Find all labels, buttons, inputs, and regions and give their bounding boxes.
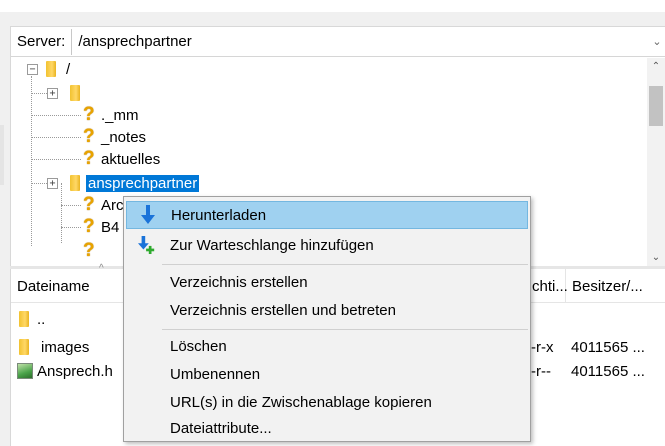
unknown-icon: ? [83, 240, 95, 261]
tree-item-label: Arc [101, 196, 124, 214]
tree-connector [31, 115, 81, 116]
menu-item-label: Verzeichnis erstellen [170, 273, 308, 291]
tree-item-label: _notes [101, 128, 147, 146]
menu-item-label: Herunterladen [171, 206, 267, 224]
tree-item-label: B4 [101, 218, 120, 236]
folder-icon [19, 311, 29, 327]
menu-item-label: URL(s) in die Zwischenablage kopieren [170, 393, 432, 411]
tree-connector [31, 93, 47, 94]
menu-item-download[interactable]: Herunterladen [126, 201, 528, 229]
image-file-icon [17, 363, 33, 379]
column-header-perms-label: chti... [532, 277, 568, 295]
left-edge-mark [0, 125, 4, 185]
tree-item-partial: ? [83, 240, 97, 262]
folder-icon [19, 339, 29, 355]
menu-item-rename[interactable]: Umbenennen [126, 360, 528, 388]
expand-icon[interactable]: + [47, 177, 58, 189]
tree-item-ansprechpartner[interactable]: + ansprechpartner [47, 172, 200, 194]
expand-icon[interactable]: + [47, 87, 58, 99]
tree-item-folder[interactable]: + [47, 82, 80, 104]
file-name: images [41, 338, 90, 356]
unknown-icon: ? [83, 104, 95, 125]
tree-connector [31, 159, 81, 160]
menu-item-create-and-enter-directory[interactable]: Verzeichnis erstellen und betreten [126, 296, 528, 324]
menu-item-label: Umbenennen [170, 365, 261, 383]
tree-item-label: / [66, 60, 71, 78]
tree-item-arc[interactable]: ? Arc [83, 194, 124, 216]
menu-item-label: Zur Warteschlange hinzufügen [170, 236, 374, 254]
scroll-down-icon[interactable]: ⌄ [647, 249, 665, 267]
top-strip [0, 0, 665, 12]
tree-item-label: ._mm [101, 106, 139, 124]
tree-item-root[interactable]: − / [27, 58, 70, 80]
context-menu: Herunterladen Zur Warteschlange hinzufüg… [123, 196, 531, 442]
tree-connector [61, 227, 81, 228]
menu-item-add-to-queue[interactable]: Zur Warteschlange hinzufügen [126, 231, 528, 259]
file-name: .. [37, 310, 46, 328]
menu-separator [162, 264, 528, 265]
column-header-perms[interactable]: chti... [526, 269, 568, 303]
menu-item-label: Löschen [170, 337, 227, 355]
tree-item-label-selected: ansprechpartner [86, 174, 200, 192]
file-owner: 4011565 ... [571, 362, 645, 380]
tree-scrollbar[interactable]: ⌃ ⌄ [647, 58, 665, 267]
server-path-value: /ansprechpartner [78, 33, 192, 50]
unknown-icon: ? [83, 126, 95, 147]
menu-item-label: Verzeichnis erstellen und betreten [170, 301, 396, 319]
menu-item-create-directory[interactable]: Verzeichnis erstellen [126, 268, 528, 296]
sort-ascending-icon: ^ [99, 263, 104, 274]
tree-connector [31, 183, 47, 184]
tree-connector [31, 76, 32, 246]
download-arrow-icon [139, 204, 157, 226]
tree-item-aktuelles[interactable]: ? aktuelles [83, 148, 160, 170]
collapse-icon[interactable]: − [27, 63, 38, 75]
menu-separator [162, 329, 528, 330]
tree-item-notes[interactable]: ? _notes [83, 126, 146, 148]
folder-icon [70, 175, 80, 191]
tree-connector [61, 205, 81, 206]
unknown-icon: ? [83, 194, 95, 215]
folder-icon [46, 61, 56, 77]
server-label: Server: [17, 33, 66, 50]
column-header-name-label: Dateiname [17, 277, 90, 295]
unknown-icon: ? [83, 216, 95, 237]
menu-item-delete[interactable]: Löschen [126, 332, 528, 360]
scroll-up-icon[interactable]: ⌃ [647, 58, 665, 76]
unknown-icon: ? [83, 148, 95, 169]
server-path-input[interactable]: /ansprechpartner ⌄ [71, 28, 665, 55]
server-path-bar: Server: /ansprechpartner ⌄ [11, 27, 665, 57]
chevron-down-icon[interactable]: ⌄ [648, 35, 665, 48]
tree-item-b4[interactable]: ? B4 [83, 216, 119, 238]
tree-connector [31, 137, 81, 138]
menu-item-copy-url[interactable]: URL(s) in die Zwischenablage kopieren [126, 388, 528, 416]
tree-item-mm[interactable]: ? ._mm [83, 104, 139, 126]
tree-item-label: aktuelles [101, 150, 161, 168]
menu-item-file-attributes[interactable]: Dateiattribute... [126, 414, 528, 442]
folder-icon [70, 85, 80, 101]
column-header-owner-label: Besitzer/... [572, 277, 643, 295]
menu-item-label: Dateiattribute... [170, 419, 272, 437]
file-name: Ansprech.h [37, 362, 113, 380]
file-owner: 4011565 ... [571, 338, 645, 356]
scroll-thumb[interactable] [649, 86, 663, 126]
column-header-owner[interactable]: Besitzer/... [566, 269, 665, 303]
add-to-queue-icon [138, 234, 156, 256]
